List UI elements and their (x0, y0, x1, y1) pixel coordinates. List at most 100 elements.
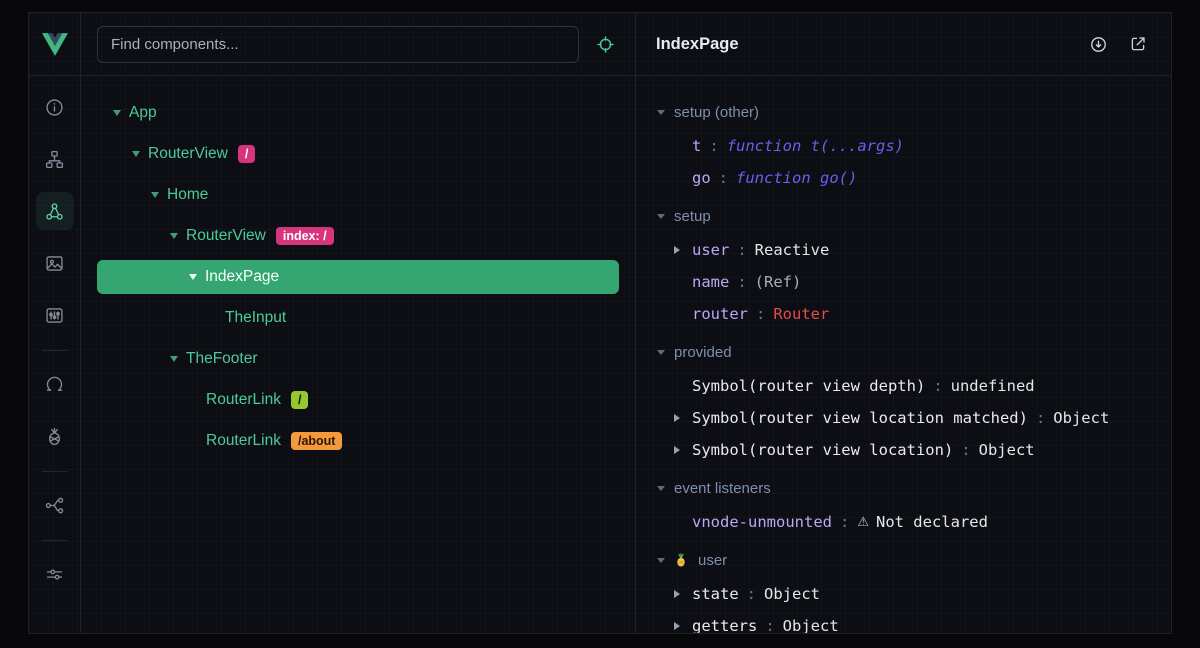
field-value: function t(...args) (727, 137, 904, 155)
field-value: Router (773, 305, 829, 323)
field-value: Object (1053, 409, 1109, 427)
state-field: go : function go() (654, 162, 1171, 194)
section-title: user (698, 552, 727, 569)
separator: : (748, 305, 773, 323)
field-value: Object (764, 585, 820, 603)
field-key: Symbol(router view location) (692, 441, 953, 459)
field-value: Object (979, 441, 1035, 459)
state-section: provided Symbol(router view depth) : und… (654, 334, 1171, 466)
chevron-down-icon (657, 350, 665, 355)
tree-item[interactable]: TheInput (97, 301, 619, 335)
inspector-panel: IndexPage setup (other) t : function t( (635, 13, 1171, 633)
search-input[interactable] (111, 36, 565, 53)
tree-item-label: RouterView (186, 227, 266, 245)
route-badge: /about (291, 432, 343, 450)
state-field[interactable]: Symbol(router view location matched) : O… (654, 402, 1171, 434)
field-key: state (692, 585, 739, 603)
warning-icon: ⚠ (857, 515, 869, 530)
components-icon[interactable] (36, 192, 74, 230)
separator: : (757, 617, 782, 633)
state-section: event listeners vnode-unmounted : ⚠ Not … (654, 470, 1171, 538)
open-in-editor-icon[interactable] (1125, 31, 1151, 57)
chevron-down-icon[interactable] (189, 274, 197, 280)
chevron-right-icon[interactable] (674, 446, 680, 454)
tree-item[interactable]: App (97, 96, 619, 130)
state-section: setup user : Reactive name : (Ref) route… (654, 198, 1171, 330)
section-header[interactable]: event listeners (654, 470, 1171, 506)
section-header[interactable]: setup (654, 198, 1171, 234)
flow-icon[interactable] (36, 486, 74, 524)
chevron-right-icon[interactable] (674, 246, 680, 254)
scroll-to-component-icon[interactable] (1085, 31, 1111, 57)
assets-icon[interactable] (36, 244, 74, 282)
tree-item-label: TheInput (225, 309, 286, 327)
field-key: user (692, 241, 729, 259)
sidebar-divider (42, 471, 68, 472)
field-value: Not declared (876, 513, 988, 531)
field-key: router (692, 305, 748, 323)
pinia-icon[interactable] (36, 417, 74, 455)
tree-item[interactable]: RouterView / (97, 137, 619, 171)
state-field[interactable]: getters : Object (654, 610, 1171, 633)
hooks-icon[interactable] (36, 365, 74, 403)
field-key: Symbol(router view depth) (692, 377, 925, 395)
vue-logo (29, 13, 80, 76)
state-inspector: setup (other) t : function t(...args) go… (636, 76, 1171, 633)
field-value: Reactive (755, 241, 830, 259)
state-field[interactable]: user : Reactive (654, 234, 1171, 266)
component-tree-panel: App RouterView / Home RouterView index: … (81, 13, 635, 633)
settings-icon[interactable] (36, 555, 74, 593)
pages-tree-icon[interactable] (36, 140, 74, 178)
route-badge: / (291, 391, 308, 409)
state-field: t : function t(...args) (654, 130, 1171, 162)
chevron-down-icon[interactable] (170, 356, 178, 362)
tree-item[interactable]: RouterView index: / (97, 219, 619, 253)
chevron-down-icon[interactable] (113, 110, 121, 116)
component-tree: App RouterView / Home RouterView index: … (81, 76, 635, 633)
field-key: go (692, 169, 711, 187)
tree-item-label: IndexPage (205, 268, 279, 286)
chevron-right-icon[interactable] (674, 590, 680, 598)
sidebar-divider (42, 540, 68, 541)
separator: : (729, 241, 754, 259)
chevron-right-icon[interactable] (674, 414, 680, 422)
info-icon[interactable] (36, 88, 74, 126)
section-header[interactable]: provided (654, 334, 1171, 370)
state-field[interactable]: Symbol(router view location) : Object (654, 434, 1171, 466)
section-header[interactable]: setup (other) (654, 94, 1171, 130)
section-header[interactable]: user (654, 542, 1171, 578)
section-title: provided (674, 344, 732, 361)
tree-item[interactable]: RouterLink / (97, 383, 619, 417)
field-key: t (692, 137, 701, 155)
field-value: function go() (736, 169, 857, 187)
chevron-down-icon (657, 558, 665, 563)
state-field[interactable]: state : Object (654, 578, 1171, 610)
chevron-down-icon[interactable] (170, 233, 178, 239)
state-section: user state : Object getters : Object (654, 542, 1171, 633)
tree-item[interactable]: Home (97, 178, 619, 212)
tree-item[interactable]: TheFooter (97, 342, 619, 376)
separator: : (701, 137, 726, 155)
inspected-component-title: IndexPage (656, 35, 1071, 54)
sidebar (29, 13, 81, 633)
chevron-down-icon[interactable] (151, 192, 159, 198)
field-key: vnode-unmounted (692, 513, 832, 531)
chevron-right-icon[interactable] (674, 622, 680, 630)
tree-item-label: RouterLink (206, 391, 281, 409)
tree-item-label: RouterLink (206, 432, 281, 450)
tree-item-selected[interactable]: IndexPage (97, 260, 619, 294)
chevron-down-icon (657, 110, 665, 115)
inspector-panel-icon[interactable] (36, 296, 74, 334)
chevron-down-icon[interactable] (132, 151, 140, 157)
tree-item[interactable]: RouterLink /about (97, 424, 619, 458)
inspector-header: IndexPage (636, 13, 1171, 76)
separator: : (729, 273, 754, 291)
state-section: setup (other) t : function t(...args) go… (654, 94, 1171, 194)
separator: : (832, 513, 857, 531)
section-title: setup (other) (674, 104, 759, 121)
section-title: event listeners (674, 480, 771, 497)
search-box[interactable] (97, 26, 579, 63)
select-component-icon[interactable] (591, 30, 619, 58)
tree-item-label: TheFooter (186, 350, 258, 368)
separator: : (953, 441, 978, 459)
